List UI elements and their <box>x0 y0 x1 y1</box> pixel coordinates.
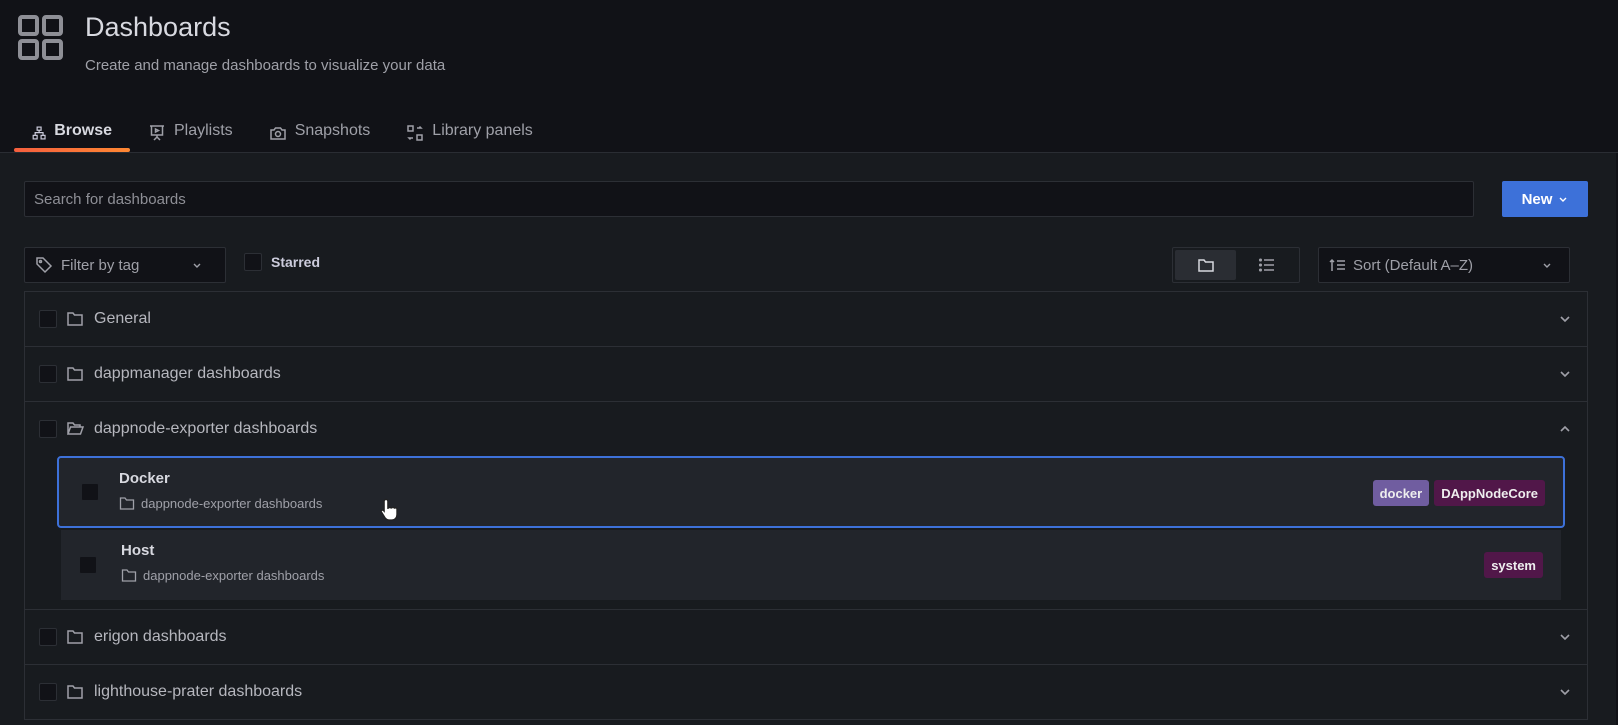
dashboard-info: Host dappnode-exporter dashboards <box>121 542 324 583</box>
view-mode-toggle <box>1172 247 1300 283</box>
folder-name: dappnode-exporter dashboards <box>94 420 318 437</box>
filter-by-tag-select[interactable]: Filter by tag <box>24 247 226 283</box>
new-button-label: New <box>1521 190 1553 208</box>
folder-header-dappnode-exporter[interactable]: dappnode-exporter dashboards <box>25 402 1587 456</box>
folder-name: General <box>94 310 151 327</box>
tab-library-panels[interactable]: Library panels <box>388 118 551 152</box>
chevron-down-icon <box>193 263 201 268</box>
tab-playlists[interactable]: Playlists <box>130 118 251 152</box>
folder-view-button[interactable] <box>1175 250 1236 280</box>
tab-label: Playlists <box>174 122 233 139</box>
search-input[interactable] <box>24 181 1474 217</box>
dashboard-title[interactable]: Docker <box>119 470 322 487</box>
folder-row: General <box>25 292 1587 347</box>
folder-header-dappmanager[interactable]: dappmanager dashboards <box>25 347 1587 401</box>
folder-row: lighthouse-prater dashboards <box>25 665 1587 720</box>
folder-icon <box>67 630 83 644</box>
chevron-down-icon[interactable] <box>1559 686 1571 698</box>
tab-label: Browse <box>54 122 112 139</box>
starred-filter[interactable]: Starred <box>244 253 320 271</box>
tag-list: docker DAppNodeCore <box>1372 480 1545 506</box>
tab-snapshots[interactable]: Snapshots <box>251 118 389 152</box>
new-button[interactable]: New <box>1502 181 1588 217</box>
folder-header-erigon[interactable]: erigon dashboards <box>25 610 1587 664</box>
dashboard-row-docker[interactable]: Docker dappnode-exporter dashboards dock… <box>57 456 1565 528</box>
folder-row: dappnode-exporter dashboards Docker dapp… <box>25 402 1587 610</box>
tab-label: Library panels <box>432 122 533 139</box>
folder-row: dappmanager dashboards <box>25 347 1587 402</box>
folder-icon <box>1197 259 1214 272</box>
dashboard-checkbox[interactable] <box>79 556 97 574</box>
tab-bar: Browse Playlists Snapshots Library panel… <box>14 118 551 152</box>
library-panel-icon <box>407 125 424 141</box>
tag-list: system <box>1484 552 1543 578</box>
folder-icon <box>67 685 83 699</box>
folder-row: erigon dashboards <box>25 610 1587 665</box>
chevron-down-icon[interactable] <box>1559 368 1571 380</box>
folder-checkbox[interactable] <box>39 683 57 701</box>
folder-dashboards: Docker dappnode-exporter dashboards dock… <box>25 456 1587 609</box>
folder-checkbox[interactable] <box>39 310 57 328</box>
folder-name: lighthouse-prater dashboards <box>94 683 303 700</box>
dashboard-folder-name: dappnode-exporter dashboards <box>141 495 323 511</box>
folder-icon <box>67 312 83 326</box>
dashboard-folder: dappnode-exporter dashboards <box>119 495 322 511</box>
folder-open-icon <box>66 422 84 435</box>
tag-docker[interactable]: docker <box>1372 480 1430 506</box>
chevron-down-icon[interactable] <box>1559 631 1571 643</box>
chevron-down-icon[interactable] <box>1559 313 1571 325</box>
folder-icon <box>121 569 137 582</box>
list-view-button[interactable] <box>1236 250 1297 280</box>
folder-checkbox[interactable] <box>39 420 57 438</box>
dashboard-folder: dappnode-exporter dashboards <box>121 567 324 583</box>
page-title: Dashboards <box>85 12 231 42</box>
folder-list: General dappmanager dashboards dappnode-… <box>24 291 1588 720</box>
sort-label: Sort (Default A–Z) <box>1353 256 1474 274</box>
starred-label: Starred <box>271 254 321 270</box>
folder-name: erigon dashboards <box>94 628 227 645</box>
browse-panel: New Filter by tag Starred Sort (Default … <box>0 152 1618 725</box>
tag-system[interactable]: system <box>1484 552 1543 578</box>
tab-label: Snapshots <box>294 122 371 139</box>
chevron-down-icon <box>1543 263 1551 268</box>
dashboard-row-host[interactable]: Host dappnode-exporter dashboards system <box>61 530 1561 600</box>
folder-header-general[interactable]: General <box>25 292 1587 346</box>
dashboard-title[interactable]: Host <box>121 542 324 559</box>
folder-header-lighthouse-prater[interactable]: lighthouse-prater dashboards <box>25 665 1587 719</box>
chevron-down-icon <box>1559 197 1567 202</box>
tab-browse[interactable]: Browse <box>14 118 130 152</box>
filter-by-tag-label: Filter by tag <box>61 256 140 274</box>
folder-icon <box>119 497 135 510</box>
page-header: Dashboards Create and manage dashboards … <box>0 0 1618 152</box>
dashboard-checkbox[interactable] <box>81 483 99 501</box>
folder-checkbox[interactable] <box>39 628 57 646</box>
tag-dappnodecore[interactable]: DAppNodeCore <box>1434 480 1545 506</box>
chevron-up-icon[interactable] <box>1559 423 1571 435</box>
folder-name: dappmanager dashboards <box>94 365 281 382</box>
dashboard-folder-name: dappnode-exporter dashboards <box>143 567 325 583</box>
dashboard-info: Docker dappnode-exporter dashboards <box>119 470 322 511</box>
starred-checkbox[interactable] <box>244 253 262 271</box>
hand-cursor-icon <box>380 498 398 521</box>
presentation-play-icon <box>150 125 164 141</box>
camera-icon <box>269 127 286 140</box>
sort-icon <box>1329 258 1345 271</box>
folder-checkbox[interactable] <box>39 365 57 383</box>
tag-icon <box>36 257 53 274</box>
sort-select[interactable]: Sort (Default A–Z) <box>1318 247 1570 283</box>
sitemap-icon <box>32 126 46 140</box>
list-icon <box>1258 258 1274 272</box>
folder-icon <box>67 367 83 381</box>
apps-grid-icon <box>18 15 63 60</box>
page-subtitle: Create and manage dashboards to visualiz… <box>85 57 446 74</box>
